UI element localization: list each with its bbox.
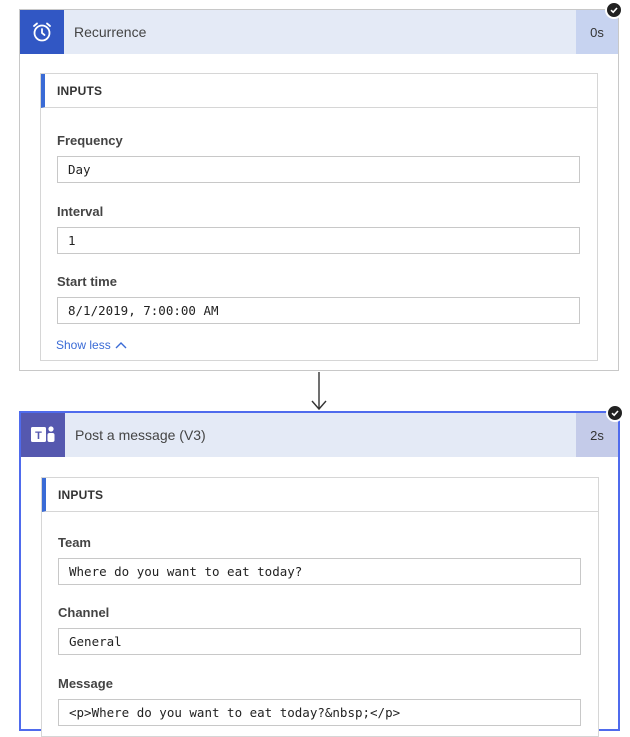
inputs-heading: INPUTS	[42, 478, 598, 512]
down-arrow-icon	[311, 372, 327, 411]
recurrence-header[interactable]: Recurrence 0s	[20, 10, 618, 54]
post-message-inputs-section: INPUTS Team Where do you want to eat tod…	[41, 477, 599, 737]
post-message-header[interactable]: T Post a message (V3) 2s	[21, 413, 618, 457]
start-time-field: 8/1/2019, 7:00:00 AM	[57, 297, 580, 324]
interval-label: Interval	[57, 204, 104, 219]
message-label: Message	[58, 676, 113, 691]
svg-text:T: T	[35, 430, 42, 442]
chevron-up-icon	[115, 342, 127, 349]
inputs-heading: INPUTS	[41, 74, 597, 108]
channel-field: General	[58, 628, 581, 655]
recurrence-card[interactable]: Recurrence 0s INPUTS Frequency Day Inter…	[19, 9, 619, 371]
post-message-title: Post a message (V3)	[75, 427, 206, 443]
interval-field: 1	[57, 227, 580, 254]
frequency-label: Frequency	[57, 133, 123, 148]
teams-icon: T	[21, 413, 65, 457]
channel-label: Channel	[58, 605, 110, 620]
frequency-field: Day	[57, 156, 580, 183]
alarm-clock-icon	[20, 10, 64, 54]
show-less-label: Show less	[56, 338, 111, 352]
start-time-label: Start time	[57, 274, 117, 289]
message-field: <p>Where do you want to eat today?&nbsp;…	[58, 699, 581, 726]
recurrence-title: Recurrence	[74, 24, 147, 40]
success-check-icon	[605, 1, 623, 19]
post-message-card[interactable]: T Post a message (V3) 2s INPUTS Team Whe…	[19, 411, 620, 737]
team-field: Where do you want to eat today?	[58, 558, 581, 585]
show-less-link[interactable]: Show less	[56, 338, 127, 352]
success-check-icon	[606, 404, 624, 422]
team-label: Team	[58, 535, 91, 550]
recurrence-inputs-section: INPUTS Frequency Day Interval 1 Start ti…	[40, 73, 598, 361]
